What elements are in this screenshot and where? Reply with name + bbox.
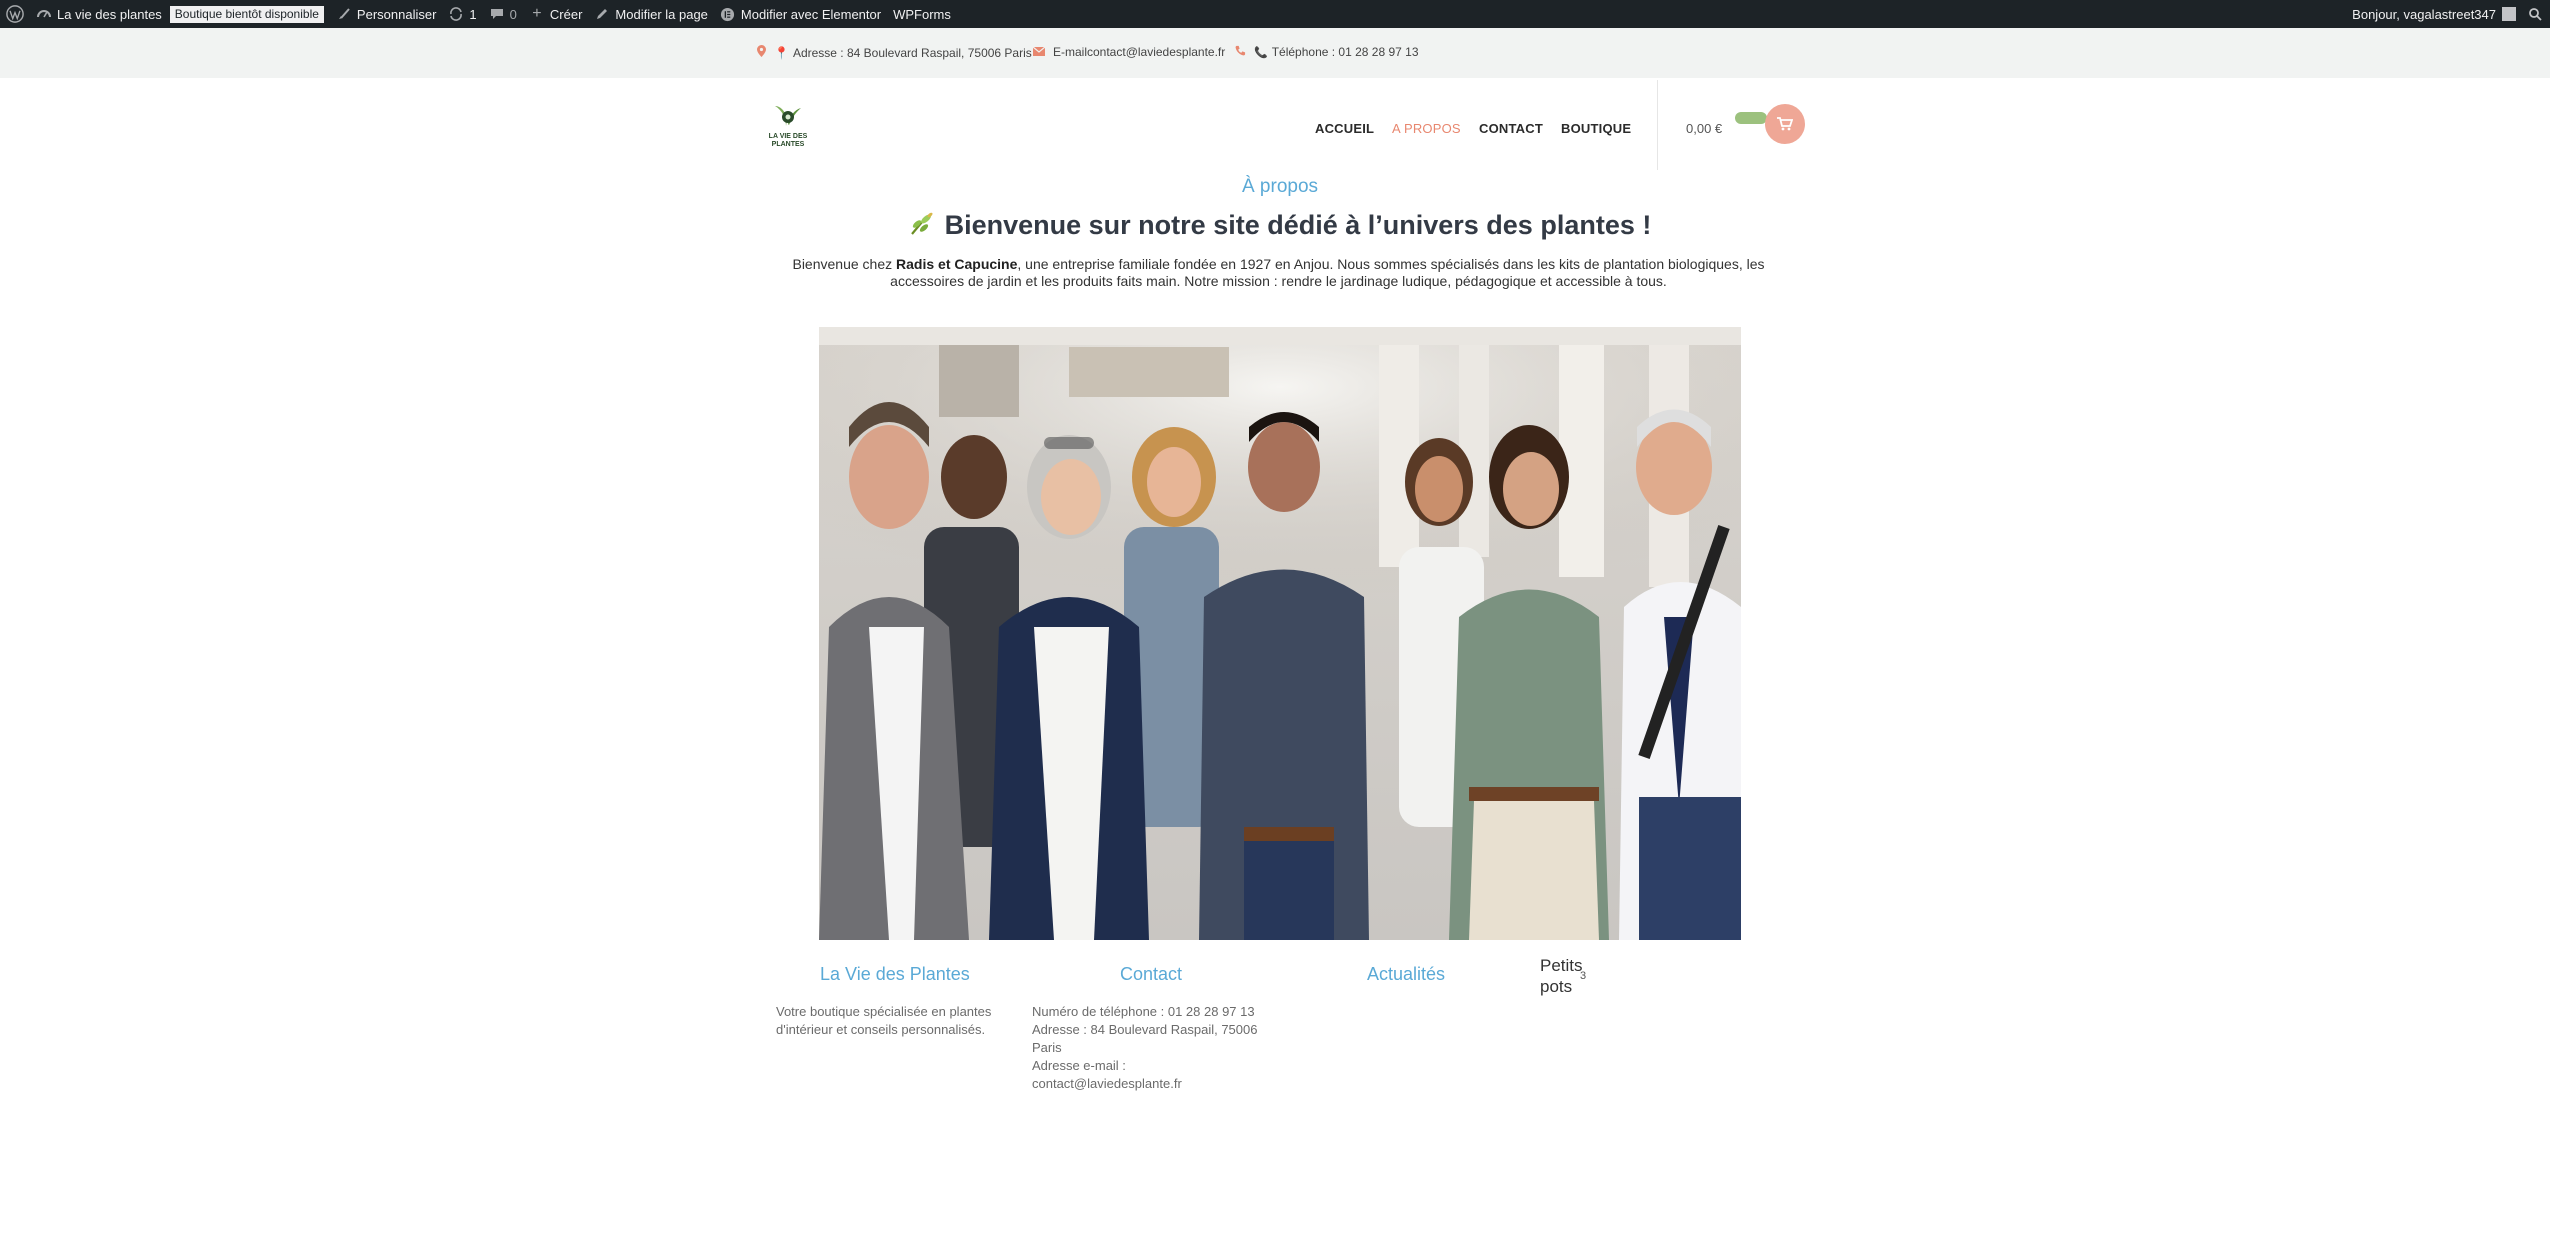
footer-about-title: La Vie des Plantes [820,964,970,984]
shopping-cart-icon [1777,117,1793,131]
coming-soon-badge: Boutique bientôt disponible [169,5,324,23]
footer-contact-title: Contact [1120,964,1183,984]
intro-text-start: Bienvenue chez [792,256,897,272]
intro-text-end: , une entreprise familiale fondée en 192… [890,256,1765,289]
team-photo [819,327,1741,940]
top-info-bar: 📍 Adresse : 84 Boulevard Raspail, 75006 … [0,28,2550,78]
email-info[interactable]: E-mailcontact@laviedesplante.fr [1032,45,1226,59]
email-text: E-mailcontact@laviedesplante.fr [1053,45,1226,59]
dashboard-icon [36,6,52,22]
edit-elementor-label: Modifier avec Elementor [740,6,882,22]
admin-search-button[interactable] [2522,0,2550,28]
phone-icon [1235,45,1246,59]
site-name-link[interactable]: La vie des plantes Boutique bientôt disp… [30,0,330,28]
logo-text-line2: PLANTES [771,141,805,148]
footer-news-title: Actualités [1367,964,1446,984]
footer-email-label: Adresse e-mail : [1032,1058,1126,1073]
nav-boutique[interactable]: BOUTIQUE [1561,121,1631,136]
company-name: Radis et Capucine [896,256,1018,272]
create-label: Créer [549,6,583,22]
revisions-count: 1 [469,6,477,22]
comments-count: 0 [509,6,517,22]
nav-accueil[interactable]: ACCUEIL [1315,121,1374,136]
welcome-heading-text: Bienvenue sur notre site dédié à l’unive… [944,210,1652,240]
logo-text-line1: LA VIE DES [768,133,808,140]
comments-link[interactable]: 0 [483,0,523,28]
wpforms-label: WPForms [893,6,951,22]
wordpress-logo-button[interactable] [0,0,30,28]
updates-icon [448,6,464,22]
header-divider [1657,80,1658,170]
sprout-icon [909,212,935,243]
address-info: 📍 Adresse : 84 Boulevard Raspail, 75006 … [757,45,1032,60]
edit-elementor-link[interactable]: Modifier avec Elementor [714,0,887,28]
footer-phone: Numéro de téléphone : 01 28 28 97 13 [1032,1004,1255,1019]
page-title: À propos [1241,176,1319,197]
location-pin-icon [757,45,766,60]
search-icon [2529,8,2542,21]
welcome-heading: Bienvenue sur notre site dédié à l’unive… [0,210,2550,243]
my-account-link[interactable]: Bonjour, vagalastreet347 [2346,0,2522,28]
petits-pots-line1: Petits [1540,956,1583,975]
footer-about-text: Votre boutique spécialisée en plantes d'… [776,1004,992,1037]
comment-icon [489,6,505,22]
greeting-label: Bonjour, vagalastreet347 [2352,6,2496,22]
edit-page-label: Modifier la page [615,6,708,22]
customize-label: Personnaliser [356,6,437,22]
logo-leaf-icon [775,106,801,126]
petits-pots-line2: pots [1540,977,1573,996]
cart-total[interactable]: 0,00 € [1686,121,1722,136]
create-link[interactable]: + Créer [523,0,589,28]
footer-contact-block: Numéro de téléphone : 01 28 28 97 13 Adr… [1032,1003,1262,1093]
pushpin-icon: 📍 [774,45,789,60]
intro-paragraph: Bienvenue chez Radis et Capucine, une en… [766,256,1791,290]
elementor-icon [720,6,736,22]
wpforms-link[interactable]: WPForms [887,0,957,28]
wordpress-icon [6,5,24,23]
avatar [2502,7,2516,21]
nav-contact[interactable]: CONTACT [1479,121,1543,136]
petits-pots-text: Petits pots [1540,955,1583,997]
admin-bar: La vie des plantes Boutique bientôt disp… [0,0,2550,28]
phone-text: Téléphone : 01 28 28 97 13 [1271,45,1419,59]
phone-emoji-icon: 📞 [1254,46,1268,59]
pencil-icon [594,6,610,22]
site-logo[interactable]: LA VIE DES PLANTES [766,100,810,148]
revisions-link[interactable]: 1 [442,0,482,28]
envelope-icon [1032,45,1046,59]
address-text: Adresse : 84 Boulevard Raspail, 75006 Pa… [792,45,1032,60]
footer-address: Adresse : 84 Boulevard Raspail, 75006 Pa… [1032,1022,1258,1055]
nav-a-propos[interactable]: A PROPOS [1392,121,1461,136]
cart-count-pill [1735,112,1767,124]
site-name-label: La vie des plantes [57,6,162,22]
petits-pots-superscript: 3 [1580,970,1587,982]
plus-icon: + [532,5,542,22]
customize-link[interactable]: Personnaliser [330,0,443,28]
cart-button[interactable] [1765,104,1805,144]
footer-email[interactable]: contact@laviedesplante.fr [1032,1075,1262,1093]
paintbrush-icon [336,6,352,22]
phone-info[interactable]: 📞 Téléphone : 01 28 28 97 13 [1235,45,1419,59]
edit-page-link[interactable]: Modifier la page [588,0,714,28]
